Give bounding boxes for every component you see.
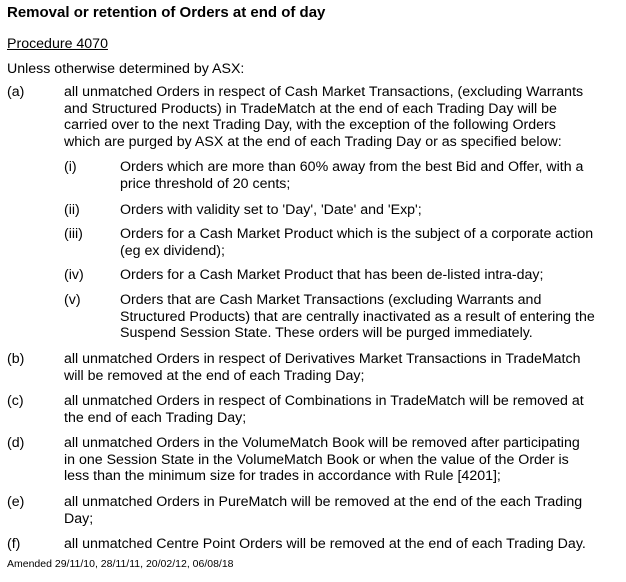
subitem-label: (ii) [64,202,80,218]
text-line: Orders for a Cash Market Product that ha… [120,267,544,283]
text-line: Structured Products) that are centrally … [120,308,595,325]
text-line: price threshold of 20 cents; [120,175,291,192]
item-label: (d) [7,435,25,451]
item-text: all unmatched Orders in the VolumeMatch … [64,435,620,485]
subitem-label: (i) [64,159,77,175]
text-line: Orders with validity set to 'Day', 'Date… [120,202,422,218]
text-line: all unmatched Orders in respect of Combi… [64,393,584,409]
text-line: all unmatched Orders in respect of Deriv… [64,351,581,367]
item-label: (a) [7,84,25,100]
text-line: (eg ex dividend); [120,242,225,259]
item-text: all unmatched Centre Point Orders will b… [64,536,620,553]
text-line: Suspend Session State. These orders will… [120,325,533,341]
subitem-label: (v) [64,292,81,308]
item-text: all unmatched Orders in respect of Deriv… [64,351,620,384]
subitem-text: Orders with validity set to 'Day', 'Date… [120,202,620,219]
subitem-text: Orders that are Cash Market Transactions… [120,292,620,342]
procedure-reference: Procedure 4070 [7,36,108,52]
subitem-text: Orders for a Cash Market Product that ha… [120,267,620,284]
text-line: all unmatched Orders in respect of Cash … [64,84,584,100]
text-line: which are purged by ASX at the end of ea… [64,133,562,150]
page-title: Removal or retention of Orders at end of… [7,4,326,21]
text-line: Day; [64,510,94,527]
intro-text: Unless otherwise determined by ASX: [7,61,245,77]
text-line: in one Session State in the VolumeMatch … [64,451,569,468]
text-line: all unmatched Orders in the VolumeMatch … [64,435,580,451]
item-label: (b) [7,351,25,367]
text-line: the end of each Trading Day; [64,409,247,426]
text-line: and Structured Products) in TradeMatch a… [64,100,557,117]
item-label: (f) [7,536,21,552]
item-text: all unmatched Orders in PureMatch will b… [64,494,620,527]
text-line: Orders for a Cash Market Product which i… [120,226,594,242]
text-line: Orders that are Cash Market Transactions… [120,292,542,308]
amendment-note: Amended 29/11/10, 28/11/11, 20/02/12, 06… [7,558,234,570]
item-text: all unmatched Orders in respect of Cash … [64,84,620,150]
text-line: Orders which are more than 60% away from… [120,159,584,175]
subitem-label: (iv) [64,267,84,283]
text-line: all unmatched Orders in PureMatch will b… [64,494,583,510]
subitem-label: (iii) [64,226,83,242]
subitem-text: Orders which are more than 60% away from… [120,159,620,192]
subitem-text: Orders for a Cash Market Product which i… [120,226,620,259]
item-label: (c) [7,393,24,409]
text-line: carried over to the next Trading Day, wi… [64,117,556,133]
text-line: less than the minimum size for trades in… [64,468,501,484]
item-label: (e) [7,494,25,510]
text-line: will be removed at the end of each Tradi… [64,367,365,384]
text-line: all unmatched Centre Point Orders will b… [64,536,586,552]
item-text: all unmatched Orders in respect of Combi… [64,393,620,426]
